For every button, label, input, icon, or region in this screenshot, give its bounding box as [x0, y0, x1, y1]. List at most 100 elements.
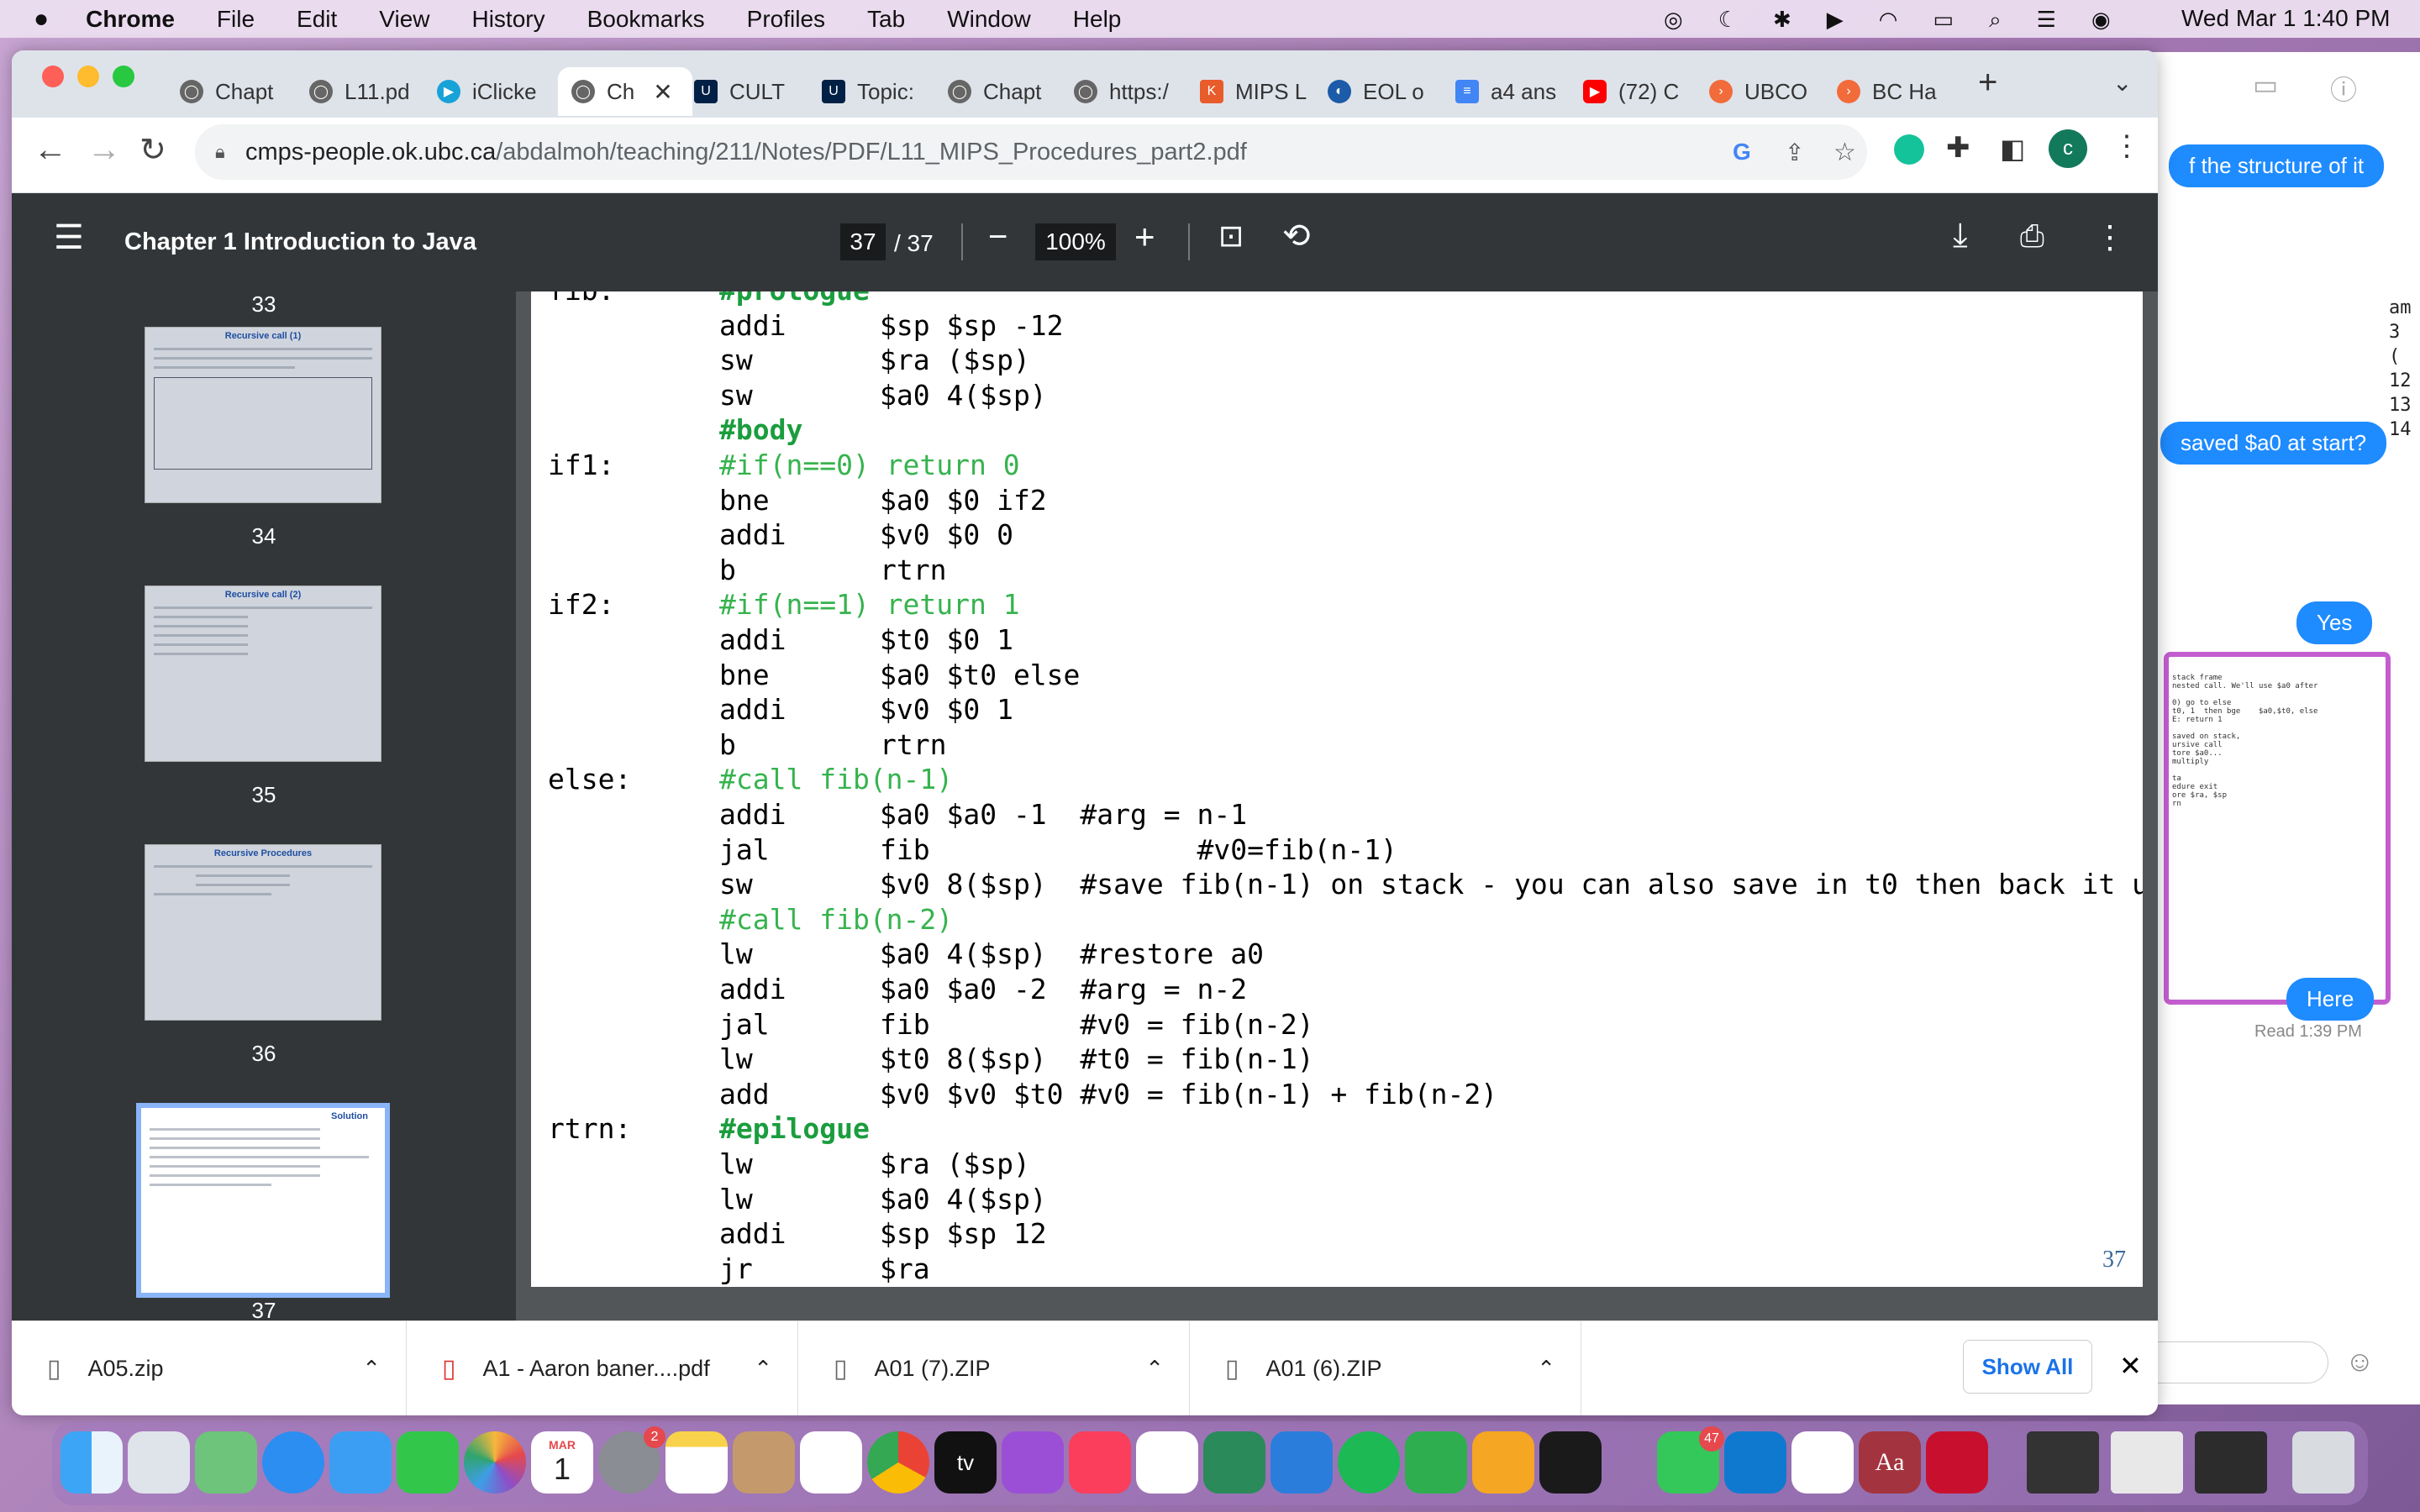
battery-icon[interactable]: ▭ [1933, 7, 1954, 34]
keynote-icon[interactable] [1270, 1431, 1333, 1494]
messages-icon[interactable]: 47 [1657, 1426, 1724, 1494]
thumbnail-page[interactable]: Recursive Procedures [145, 844, 381, 1021]
close-window-button[interactable] [42, 66, 64, 87]
chevron-up-icon[interactable]: ⌃ [362, 1356, 381, 1382]
download-item[interactable]: ▯ A01 (6).ZIP ⌃ [1190, 1321, 1581, 1415]
google-icon[interactable]: G [1733, 139, 1751, 165]
download-icon[interactable]: ⤓ [1953, 217, 1968, 255]
more-menu-icon[interactable]: ⋮ [2112, 129, 2141, 163]
apple-tv-icon[interactable]: tv [934, 1431, 997, 1494]
thumbnail-page[interactable]: Recursive call (2) [145, 585, 381, 762]
menu-tab[interactable]: Tab [867, 6, 905, 33]
zoom-in-icon[interactable]: + [1134, 217, 1155, 257]
atom-icon[interactable] [1203, 1431, 1265, 1494]
trash-icon[interactable] [2292, 1431, 2354, 1494]
chevron-up-icon[interactable]: ⌃ [1537, 1356, 1555, 1382]
hamburger-menu-icon[interactable]: ☰ [54, 218, 84, 257]
airdrop-icon[interactable]: ◎ [1664, 7, 1683, 34]
new-tab-button[interactable]: + [1978, 64, 1997, 102]
podcasts-icon[interactable] [1002, 1431, 1064, 1494]
download-item[interactable]: ▯ A1 - Aaron baner....pdf ⌃ [407, 1321, 798, 1415]
minimized-window-icon[interactable] [2027, 1431, 2099, 1494]
back-icon[interactable]: ← [34, 131, 67, 169]
sidebar-icon[interactable]: ◧ [2000, 133, 2025, 165]
news-icon[interactable] [1136, 1431, 1198, 1494]
vscode-icon[interactable] [1724, 1431, 1786, 1494]
safari-icon[interactable] [262, 1431, 324, 1494]
terminal-icon[interactable] [1539, 1431, 1602, 1494]
show-all-button[interactable]: Show All [1963, 1340, 2092, 1394]
system-settings-icon[interactable]: 2 [598, 1426, 666, 1494]
close-tab-icon[interactable]: ✕ [653, 78, 672, 106]
minimize-window-button[interactable] [77, 66, 99, 87]
tab[interactable]: ◯ Chapt [948, 67, 1074, 116]
menu-view[interactable]: View [379, 6, 429, 33]
finder-icon[interactable] [60, 1431, 123, 1494]
menu-window[interactable]: Window [947, 6, 1031, 33]
siri-icon[interactable]: ◉ [2091, 7, 2111, 34]
chevron-up-icon[interactable]: ⌃ [1145, 1356, 1164, 1382]
tab[interactable]: ◯ Chapt [180, 67, 306, 116]
minimized-window-icon[interactable] [2195, 1431, 2267, 1494]
emoji-icon[interactable]: ☺ [2345, 1346, 2375, 1378]
tab[interactable]: K MIPS L [1200, 67, 1326, 116]
download-item[interactable]: ▯ A05.zip ⌃ [12, 1321, 407, 1415]
tab[interactable]: › BC Ha [1837, 67, 1963, 116]
reminders-icon[interactable] [800, 1431, 862, 1494]
menu-history[interactable]: History [471, 6, 544, 33]
tab[interactable]: › UBCO [1709, 67, 1835, 116]
photos-icon[interactable] [464, 1431, 526, 1494]
thumbnail-page-selected[interactable]: Solution [136, 1103, 390, 1298]
mail-icon[interactable] [329, 1431, 392, 1494]
forward-icon[interactable]: → [87, 131, 121, 169]
chrome-icon[interactable] [867, 1431, 929, 1494]
numbers-icon[interactable] [1405, 1431, 1467, 1494]
pages-icon[interactable] [1472, 1431, 1534, 1494]
calendar-icon[interactable]: MAR 1 [531, 1431, 593, 1494]
bluetooth-icon[interactable]: ✱ [1773, 7, 1791, 34]
rotate-icon[interactable]: ⟲ [1282, 217, 1311, 255]
profile-avatar[interactable]: c [2049, 129, 2087, 168]
thumbnail-page[interactable]: Recursive call (1) [145, 327, 381, 503]
tab[interactable]: ▶ iClicke [437, 67, 563, 116]
dictionary-icon[interactable]: Aa [1859, 1431, 1921, 1494]
tab[interactable]: ◐ EOL o [1328, 67, 1454, 116]
share-icon[interactable]: ⇪ [1785, 139, 1804, 166]
wifi-icon[interactable]: ◠ [1879, 7, 1898, 34]
launchpad-icon[interactable] [128, 1431, 190, 1494]
notes-icon[interactable] [666, 1431, 728, 1494]
moon-icon[interactable]: ☾ [1718, 7, 1738, 34]
clock[interactable]: Wed Mar 1 1:40 PM [2181, 5, 2390, 32]
extensions-icon[interactable]: ✚ [1946, 131, 1970, 165]
tab[interactable]: ▶ (72) C [1583, 67, 1709, 116]
menu-help[interactable]: Help [1073, 6, 1122, 33]
reload-icon[interactable]: ↻ [139, 131, 166, 169]
tab[interactable]: ≡ a4 ans [1455, 67, 1581, 116]
inkscape-icon[interactable] [1791, 1431, 1854, 1494]
contacts-icon[interactable] [733, 1431, 795, 1494]
page-number-input[interactable]: 37 [840, 223, 886, 260]
tab-active[interactable]: ◯ Ch ✕ [558, 67, 692, 116]
bookmark-star-icon[interactable]: ☆ [1833, 138, 1856, 167]
tab[interactable]: U CULT [694, 67, 820, 116]
tab[interactable]: ◯ https:/ [1074, 67, 1200, 116]
zoom-level-input[interactable]: 100% [1035, 223, 1116, 260]
fit-page-icon[interactable]: ⊡ [1218, 218, 1244, 254]
control-center-icon[interactable]: ☰ [2037, 7, 2056, 34]
video-call-icon[interactable]: ▭ [2253, 69, 2278, 101]
chevron-up-icon[interactable]: ⌃ [754, 1356, 772, 1382]
play-icon[interactable]: ▶ [1827, 7, 1844, 34]
menu-file[interactable]: File [217, 6, 255, 33]
info-icon[interactable]: ⓘ [2330, 69, 2357, 108]
address-bar[interactable]: 🔒︎ cmps-people.ok.ubc.ca/abdalmoh/teachi… [195, 124, 1867, 180]
maps-icon[interactable] [195, 1431, 257, 1494]
close-downloads-icon[interactable]: ✕ [2119, 1350, 2142, 1382]
tab-search-icon[interactable]: ⌄ [2112, 69, 2132, 97]
menu-bookmarks[interactable]: Bookmarks [587, 6, 705, 33]
spotify-icon[interactable] [1338, 1431, 1400, 1494]
apple-icon[interactable]: ● [34, 5, 49, 34]
download-item[interactable]: ▯ A01 (7).ZIP ⌃ [798, 1321, 1190, 1415]
music-icon[interactable] [1069, 1431, 1131, 1494]
zoom-out-icon[interactable]: − [988, 218, 1007, 256]
grammarly-icon[interactable] [1894, 134, 1924, 165]
